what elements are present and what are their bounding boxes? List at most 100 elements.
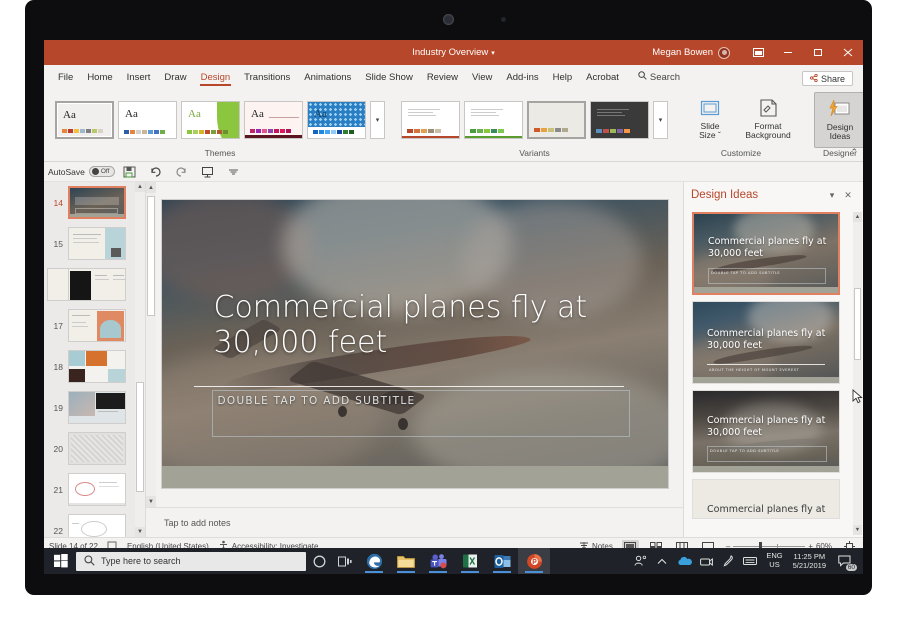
design-ideas-scrollbar[interactable]: ▲ ▼ xyxy=(853,212,862,535)
tab-transitions[interactable]: Transitions xyxy=(237,69,297,88)
start-button[interactable] xyxy=(46,548,76,574)
design-idea-card-1[interactable]: Commercial planes fly at 30,000 feet DOU… xyxy=(692,212,840,295)
tab-help[interactable]: Help xyxy=(546,69,580,88)
slide-thumbnail-pane[interactable]: 14 15 xyxy=(44,182,146,537)
design-idea-card-4[interactable]: Commercial planes fly at xyxy=(692,479,840,519)
taskbar-file-explorer[interactable] xyxy=(390,548,422,574)
design-ideas-close-icon[interactable]: ✕ xyxy=(840,190,856,201)
customize-qat-icon[interactable] xyxy=(223,163,245,181)
avatar[interactable] xyxy=(718,47,730,59)
show-hidden-icons-chevron-up-icon[interactable] xyxy=(653,548,671,574)
slide-thumb-15[interactable]: 15 xyxy=(44,223,145,264)
scroll-down-icon[interactable]: ▼ xyxy=(135,527,145,537)
windows-taskbar: Type here to search xyxy=(44,548,863,574)
scroll-up-icon[interactable]: ▲ xyxy=(146,182,156,193)
taskbar-excel[interactable] xyxy=(454,548,486,574)
close-button[interactable] xyxy=(833,40,863,65)
design-ideas-list[interactable]: Commercial planes fly at 30,000 feet DOU… xyxy=(684,208,863,537)
slide-thumb-preview xyxy=(68,350,126,383)
collapse-ribbon-button[interactable]: ⌃ xyxy=(850,147,858,158)
minimize-button[interactable] xyxy=(773,40,803,65)
network-icon[interactable] xyxy=(697,548,715,574)
themes-more-button[interactable]: ▾ xyxy=(370,101,385,139)
tab-draw[interactable]: Draw xyxy=(157,69,193,88)
slide-pane-scrollbar[interactable]: ▲ ▼ xyxy=(135,182,145,537)
taskbar-edge[interactable] xyxy=(358,548,390,574)
cortana-button[interactable] xyxy=(306,548,332,574)
theme-thumb-3[interactable]: Aa xyxy=(244,101,303,139)
search-box[interactable]: Search xyxy=(626,68,687,88)
slide-thumb-21[interactable]: 21 xyxy=(44,469,145,510)
design-ideas-dropdown-icon[interactable]: ▾ xyxy=(824,190,840,201)
save-icon[interactable] xyxy=(119,163,141,181)
tab-animations[interactable]: Animations xyxy=(297,69,358,88)
touch-keyboard-icon[interactable] xyxy=(741,548,759,574)
variant-lines xyxy=(597,109,642,118)
variant-thumb-3[interactable] xyxy=(590,101,649,139)
redo-icon[interactable] xyxy=(171,163,193,181)
pen-icon[interactable] xyxy=(719,548,737,574)
theme-thumb-4[interactable]: Aa xyxy=(307,101,366,139)
tab-add-ins[interactable]: Add-ins xyxy=(499,69,545,88)
tab-acrobat[interactable]: Acrobat xyxy=(579,69,626,88)
undo-icon[interactable] xyxy=(145,163,167,181)
taskbar-powerpoint[interactable] xyxy=(518,548,550,574)
scroll-up-icon[interactable]: ▲ xyxy=(135,182,145,192)
autosave-toggle[interactable]: Off xyxy=(89,166,115,177)
slide-canvas[interactable]: Commercial planes fly at 30,000 feet DOU… xyxy=(162,200,668,488)
slide-thumb-16[interactable]: 16 xyxy=(44,264,145,305)
clock[interactable]: 11:25 PM 5/21/2019 xyxy=(790,552,829,571)
scroll-down-icon[interactable]: ▼ xyxy=(146,496,156,507)
share-button[interactable]: Share xyxy=(802,71,853,86)
language-indicator[interactable]: ENG US xyxy=(763,552,785,569)
slide-size-button[interactable]: Slide Size ˇ xyxy=(684,92,736,148)
tab-slide-show[interactable]: Slide Show xyxy=(358,69,420,88)
scrollbar-thumb[interactable] xyxy=(854,288,861,360)
slide-thumb-22[interactable]: 22 xyxy=(44,510,145,537)
zoom-track[interactable] xyxy=(733,546,805,547)
variant-thumb-2[interactable] xyxy=(527,101,586,139)
tab-home[interactable]: Home xyxy=(80,69,119,88)
account-name[interactable]: Megan Bowen xyxy=(652,47,713,58)
scroll-up-icon[interactable]: ▲ xyxy=(853,212,862,222)
scrollbar-thumb[interactable] xyxy=(136,382,144,492)
restore-button[interactable] xyxy=(803,40,833,65)
format-background-button[interactable]: Format Background xyxy=(738,92,798,148)
onedrive-icon[interactable] xyxy=(675,548,693,574)
design-idea-card-2[interactable]: Commercial planes fly at 30,000 feet ABO… xyxy=(692,301,840,384)
slide-thumb-20[interactable]: 20 xyxy=(44,428,145,469)
taskbar-search-box[interactable]: Type here to search xyxy=(76,552,306,571)
slide-subtitle-placeholder-text[interactable]: DOUBLE TAP TO ADD SUBTITLE xyxy=(218,395,416,407)
taskbar-outlook[interactable] xyxy=(486,548,518,574)
slide-thumb-17[interactable]: 17 xyxy=(44,305,145,346)
variants-more-button[interactable]: ▾ xyxy=(653,101,668,139)
theme-thumb-2[interactable]: Aa xyxy=(181,101,240,139)
design-ideas-button[interactable]: Design Ideas xyxy=(814,92,863,148)
variant-thumb-0[interactable] xyxy=(401,101,460,139)
slide-title-text[interactable]: Commercial planes fly at 30,000 feet xyxy=(214,290,634,361)
slide-thumb-19[interactable]: 19 xyxy=(44,387,145,428)
tab-review[interactable]: Review xyxy=(420,69,465,88)
slide-thumb-18[interactable]: 18 xyxy=(44,346,145,387)
notes-pane[interactable]: Tap to add notes xyxy=(146,507,683,537)
editor-scrollbar[interactable]: ▲ ▼ xyxy=(146,182,156,507)
task-view-button[interactable] xyxy=(332,548,358,574)
variant-thumb-1[interactable] xyxy=(464,101,523,139)
tab-design[interactable]: Design xyxy=(194,69,238,88)
scrollbar-thumb[interactable] xyxy=(147,196,155,316)
taskbar-teams[interactable] xyxy=(422,548,454,574)
tab-file[interactable]: File xyxy=(51,69,80,88)
people-icon[interactable] xyxy=(631,548,649,574)
theme-aa-text: Aa xyxy=(251,108,264,120)
scroll-down-icon[interactable]: ▼ xyxy=(853,525,862,535)
design-idea-card-3[interactable]: Commercial planes fly at 30,000 feet DOU… xyxy=(692,390,840,473)
slide-thumb-14[interactable]: 14 xyxy=(44,182,145,223)
tab-view[interactable]: View xyxy=(465,69,499,88)
present-icon[interactable] xyxy=(197,163,219,181)
theme-thumb-0[interactable]: Aa xyxy=(55,101,114,139)
autosave-control[interactable]: AutoSave Off xyxy=(48,166,115,177)
ribbon-display-options-button[interactable] xyxy=(743,40,773,65)
tab-insert[interactable]: Insert xyxy=(120,69,158,88)
theme-thumb-1[interactable]: Aa xyxy=(118,101,177,139)
notifications-button[interactable]: 60 xyxy=(833,548,857,574)
